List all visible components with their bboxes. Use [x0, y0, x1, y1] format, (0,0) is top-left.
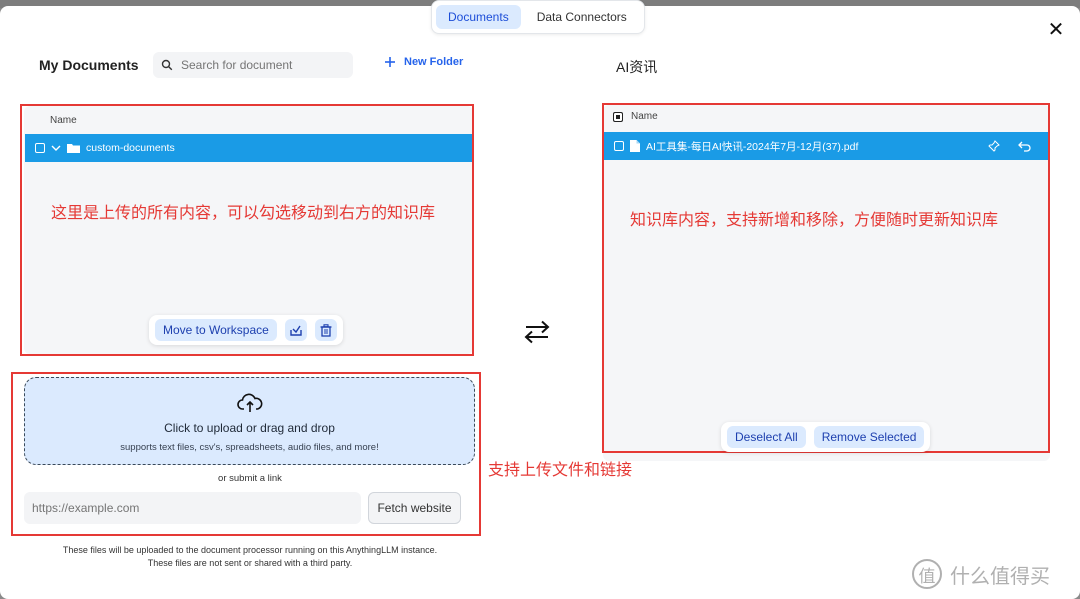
watermark: 值 什么值得买 — [912, 559, 1050, 589]
upload-title: Click to upload or drag and drop — [164, 421, 335, 435]
move-to-workspace-button[interactable]: Move to Workspace — [155, 319, 277, 341]
move-to-workspace-icon-button[interactable] — [284, 319, 307, 341]
file-icon — [630, 140, 640, 152]
trash-icon — [320, 323, 332, 337]
documents-modal: Documents Data Connectors ✕ My Documents… — [0, 0, 1080, 599]
search-box[interactable] — [153, 52, 353, 78]
swap-arrows-icon — [524, 320, 550, 344]
folder-checkbox[interactable] — [35, 143, 45, 153]
tab-documents[interactable]: Documents — [436, 5, 521, 29]
plus-icon — [385, 57, 395, 67]
fetch-website-button[interactable]: Fetch website — [368, 492, 461, 524]
folder-name: custom-documents — [86, 142, 175, 154]
deselect-all-button[interactable]: Deselect All — [727, 426, 806, 448]
my-documents-title: My Documents — [39, 57, 139, 73]
watermark-text: 什么值得买 — [950, 563, 1050, 588]
new-folder-button[interactable]: New Folder — [384, 56, 463, 68]
move-icon — [290, 325, 302, 336]
workspace-title: AI资讯 — [616, 59, 658, 75]
upload-subtitle: supports text files, csv's, spreadsheets… — [120, 442, 379, 453]
annotation-text-workspace: 知识库内容，支持新增和移除，方便随时更新知识库 — [630, 212, 999, 229]
disclaimer-line-1: These files will be uploaded to the docu… — [62, 545, 438, 555]
close-icon[interactable]: ✕ — [1046, 20, 1066, 40]
delete-button[interactable] — [314, 319, 337, 341]
search-input[interactable] — [181, 58, 341, 72]
pin-icon[interactable] — [988, 140, 1000, 152]
upload-dropzone[interactable]: Click to upload or drag and drop support… — [24, 377, 475, 465]
url-input[interactable] — [32, 501, 353, 515]
remove-selected-button[interactable]: Remove Selected — [813, 426, 925, 448]
file-name: AI工具集-每日AI快讯-2024年7月-12月(37).pdf — [646, 140, 859, 153]
disclaimer-line-2: These files are not sent or shared with … — [147, 558, 353, 568]
undo-icon[interactable] — [1018, 140, 1032, 152]
url-field[interactable] — [24, 492, 361, 524]
watermark-logo-icon: 值 — [912, 559, 942, 589]
column-header-name: Name — [50, 115, 77, 126]
workspace-action-bar: Deselect All Remove Selected — [721, 422, 931, 452]
chevron-down-icon[interactable] — [51, 144, 61, 152]
cloud-upload-icon — [237, 393, 263, 412]
workspace-column-header-name: Name — [631, 111, 658, 122]
folder-row[interactable]: custom-documents — [25, 134, 472, 162]
modal-tabs: Documents Data Connectors — [431, 0, 645, 34]
workspace-file-row[interactable]: AI工具集-每日AI快讯-2024年7月-12月(37).pdf — [604, 132, 1048, 160]
annotation-text-documents: 这里是上传的所有内容，可以勾选移动到右方的知识库 — [51, 205, 436, 222]
file-checkbox[interactable] — [614, 141, 624, 151]
select-all-checkbox[interactable] — [613, 112, 623, 122]
folder-icon — [67, 144, 80, 153]
new-folder-label: New Folder — [404, 56, 464, 68]
search-icon — [161, 59, 173, 71]
tab-data-connectors[interactable]: Data Connectors — [525, 5, 639, 29]
or-submit-link-label: or submit a link — [218, 473, 282, 484]
documents-action-bar: Move to Workspace — [149, 315, 343, 345]
